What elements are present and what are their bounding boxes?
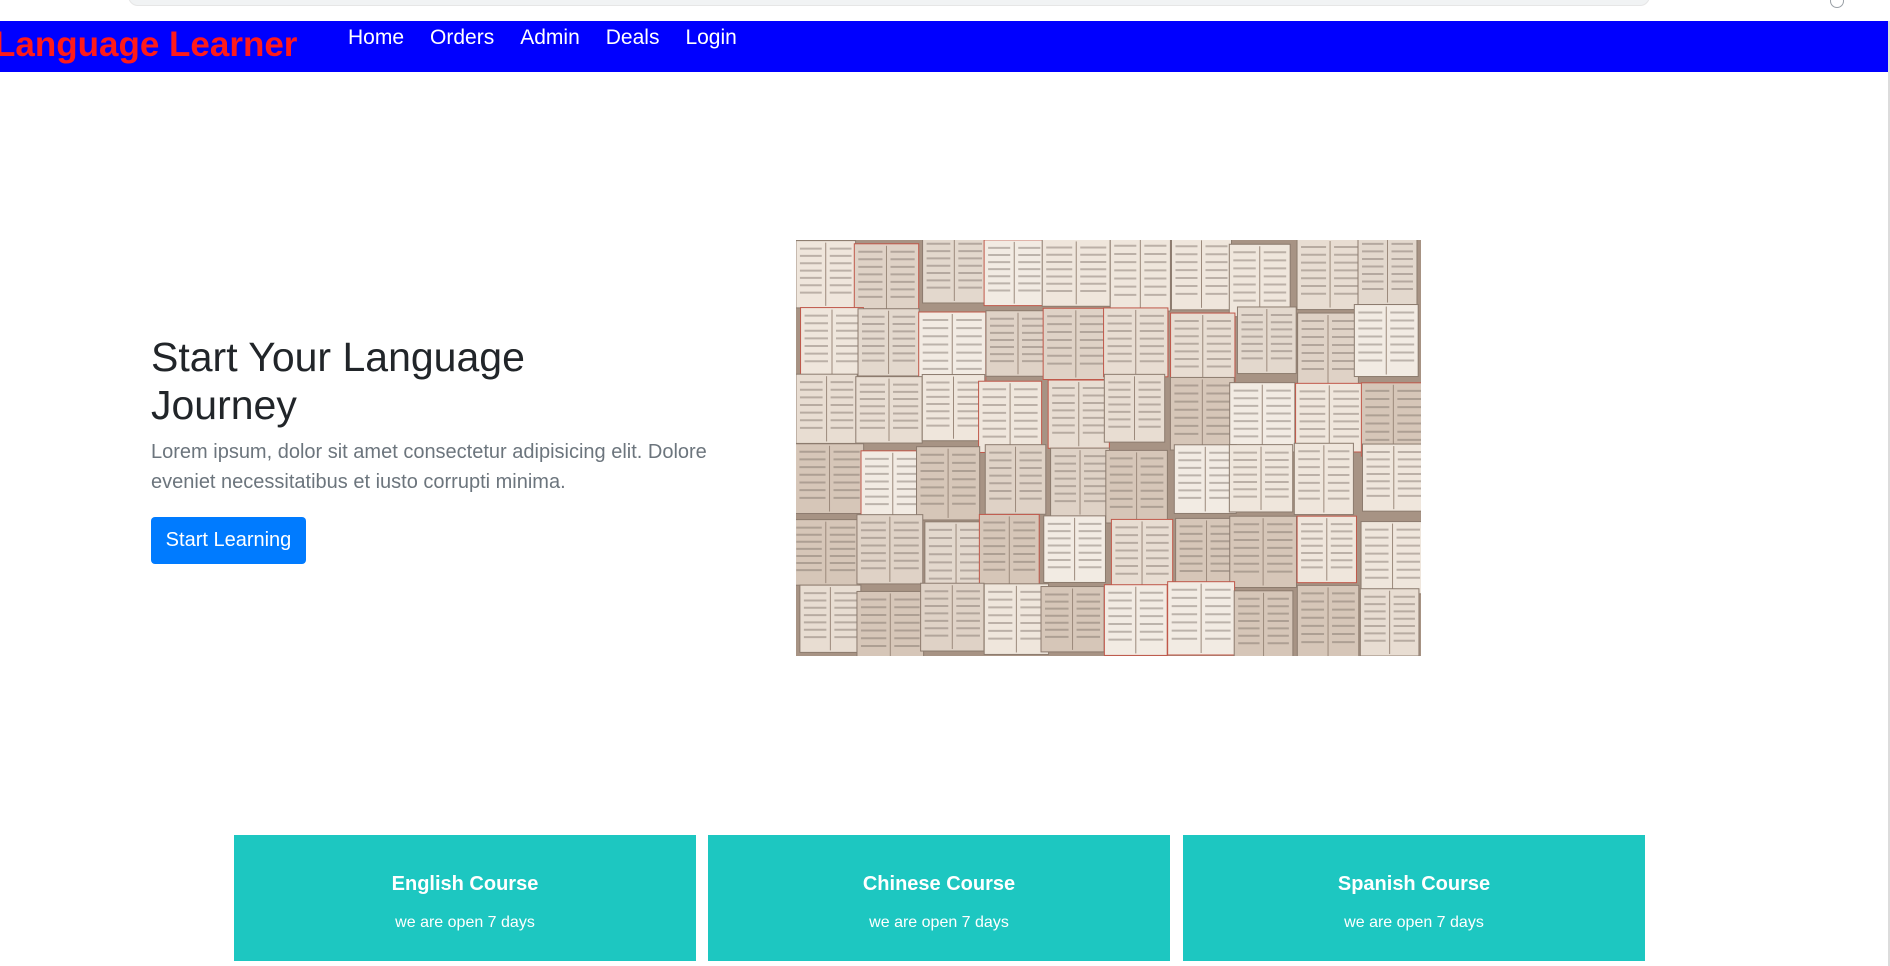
book-page <box>1228 444 1294 513</box>
book-page <box>1362 443 1421 512</box>
book-page <box>796 443 865 515</box>
book-page <box>1103 584 1168 656</box>
book-page <box>796 519 860 586</box>
book-page <box>860 450 926 521</box>
course-card-english[interactable]: English Course we are open 7 days <box>234 835 696 961</box>
book-page <box>1229 382 1296 453</box>
book-page <box>1295 382 1364 453</box>
book-page <box>1233 590 1294 656</box>
book-page <box>857 308 920 377</box>
book-page <box>1236 306 1297 375</box>
book-page <box>1296 240 1364 311</box>
book-page <box>1103 373 1166 443</box>
book-page <box>1229 515 1297 589</box>
nav-link-login[interactable]: Login <box>685 21 736 55</box>
nav-link-deals[interactable]: Deals <box>606 21 660 55</box>
hero-books-image <box>796 240 1421 656</box>
hero-description: Lorem ipsum, dolor sit amet consectetur … <box>151 441 707 493</box>
book-page <box>1170 312 1236 383</box>
book-page <box>985 310 1051 377</box>
book-page <box>856 514 924 585</box>
book-page <box>800 307 864 378</box>
book-page <box>916 446 981 521</box>
books-photo-illustration <box>796 240 1421 656</box>
nav-links: Home Orders Admin Deals Login <box>348 21 763 55</box>
course-subtitle: we are open 7 days <box>869 914 1009 931</box>
book-page <box>853 243 920 313</box>
book-page <box>984 444 1047 515</box>
book-page <box>1296 515 1357 584</box>
book-page <box>920 582 985 652</box>
book-page <box>799 584 862 653</box>
book-page <box>1228 243 1291 318</box>
nav-link-admin[interactable]: Admin <box>520 21 580 55</box>
top-navbar: Language Learner Home Orders Admin Deals… <box>0 21 1888 72</box>
book-page <box>921 374 986 442</box>
book-page <box>1105 449 1168 524</box>
course-title: Chinese Course <box>862 873 1016 895</box>
book-page <box>796 240 857 309</box>
book-page <box>983 240 1045 307</box>
book-page <box>1110 518 1174 590</box>
book-page <box>1297 312 1359 386</box>
book-page <box>1109 240 1171 312</box>
course-title: English Course <box>391 873 539 895</box>
book-page <box>983 583 1050 655</box>
course-title: Spanish Course <box>1337 873 1491 895</box>
book-page <box>1170 240 1233 311</box>
book-page <box>1173 444 1237 514</box>
book-page <box>796 373 858 444</box>
address-bar[interactable] <box>128 0 1650 6</box>
book-page <box>1169 376 1235 451</box>
book-page <box>855 376 923 444</box>
book-page <box>1175 517 1238 587</box>
book-page <box>1359 588 1420 656</box>
book-page <box>1103 307 1169 378</box>
course-card-spanish[interactable]: Spanish Course we are open 7 days <box>1183 835 1645 961</box>
book-page <box>1293 442 1354 516</box>
nav-link-orders[interactable]: Orders <box>430 21 494 55</box>
hero-title: Start Your Language Journey <box>151 334 525 428</box>
book-page <box>1353 304 1419 378</box>
course-subtitle: we are open 7 days <box>1344 914 1484 931</box>
nav-link-home[interactable]: Home <box>348 21 404 55</box>
book-page <box>1296 584 1360 656</box>
book-page <box>1041 240 1111 307</box>
start-learning-button[interactable]: Start Learning <box>151 517 306 564</box>
book-page <box>978 513 1040 587</box>
book-page <box>1043 515 1106 583</box>
book-page <box>1167 581 1236 656</box>
book-page <box>978 380 1043 453</box>
book-page <box>1050 447 1110 518</box>
book-page <box>856 590 925 656</box>
course-card-chinese[interactable]: Chinese Course we are open 7 days <box>708 835 1170 961</box>
course-cards: English Course we are open 7 days Chines… <box>234 835 1646 961</box>
profile-icon[interactable] <box>1830 0 1844 8</box>
book-page <box>1357 240 1418 306</box>
book-page <box>1040 586 1105 653</box>
brand-logo-text[interactable]: Language Learner <box>0 21 297 69</box>
course-subtitle: we are open 7 days <box>395 914 535 931</box>
book-page <box>922 240 987 304</box>
book-page <box>1360 521 1421 595</box>
book-page <box>1042 307 1110 381</box>
book-page <box>1047 379 1110 449</box>
browser-chrome-strip <box>0 0 1890 22</box>
